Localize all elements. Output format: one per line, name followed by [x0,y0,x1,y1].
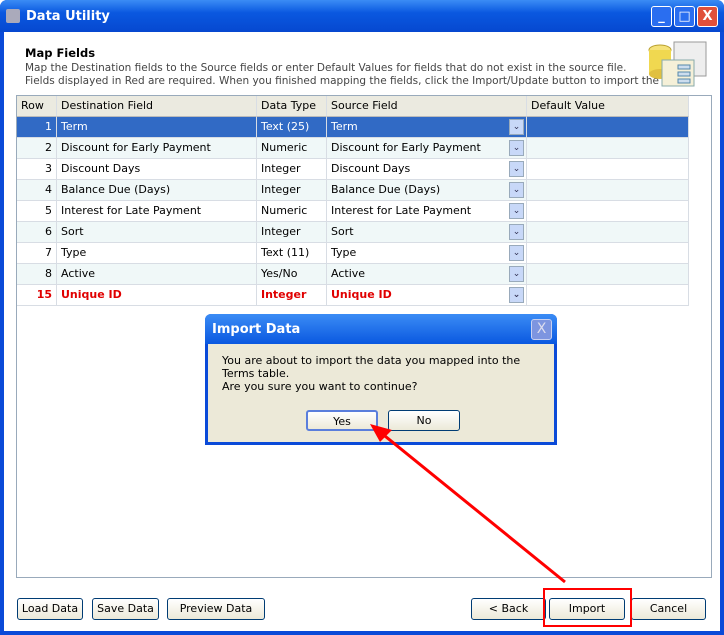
arrow-line [379,430,566,584]
annotation-arrow [370,424,566,584]
